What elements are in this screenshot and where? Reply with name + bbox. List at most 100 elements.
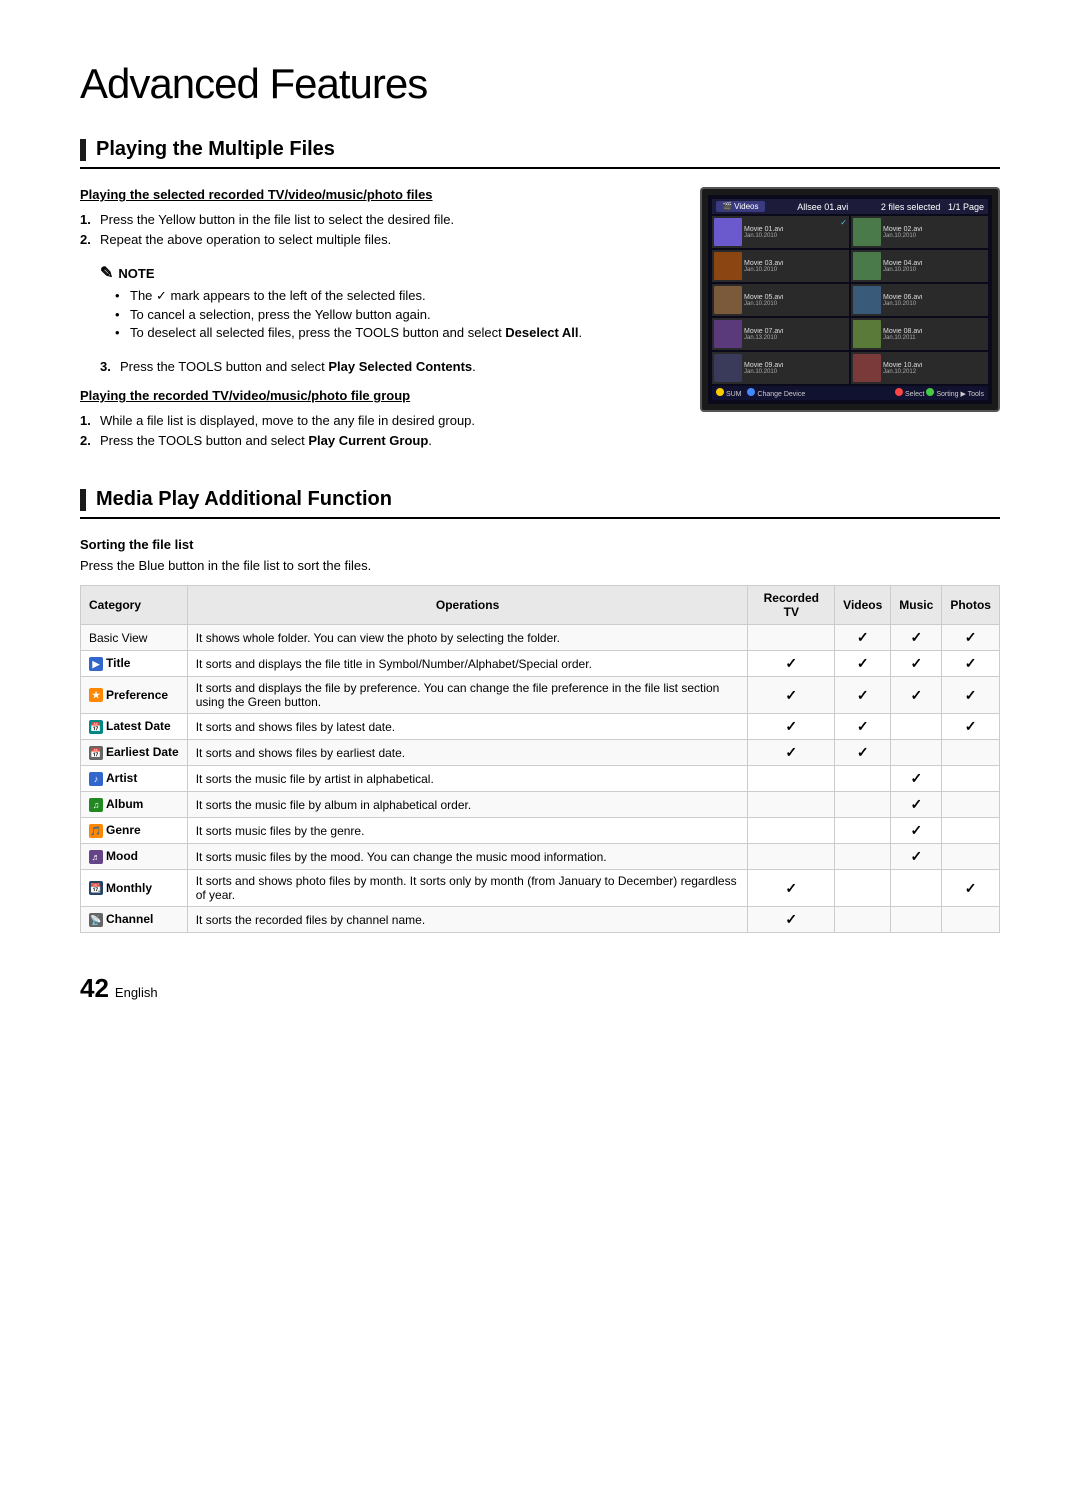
tv-screen-container: 🎬 Videos Allsee 01.avi 2 files selected … — [700, 187, 1000, 458]
ops-album: It sorts the music file by album in alph… — [187, 792, 748, 818]
icon-monthly: 📆 — [89, 881, 103, 895]
tv-filename: Allsee 01.avi — [797, 202, 848, 212]
table-row: 🎵Genre It sorts music files by the genre… — [81, 818, 1000, 844]
check-photos-pref: ✓ — [942, 677, 1000, 714]
cat-artist: ♪Artist — [81, 766, 188, 792]
th-recorded-tv: Recorded TV — [748, 586, 835, 625]
page-title: Advanced Features — [80, 60, 1000, 108]
tv-info-6: Movie 06.avi Jan.10.2010 — [883, 294, 986, 307]
table-row: ▶Title It sorts and displays the file ti… — [81, 651, 1000, 677]
th-category: Category — [81, 586, 188, 625]
icon-genre: 🎵 — [89, 824, 103, 838]
tv-thumb-9 — [714, 354, 742, 382]
ops-channel: It sorts the recorded files by channel n… — [187, 907, 748, 933]
subsection2-title: Playing the recorded TV/video/music/phot… — [80, 388, 670, 403]
tv-btn-sum: SUM Change Device — [716, 388, 805, 398]
section1-left: Playing the selected recorded TV/video/m… — [80, 187, 670, 458]
tv-thumb-6 — [853, 286, 881, 314]
th-music: Music — [891, 586, 942, 625]
icon-title: ▶ — [89, 657, 103, 671]
step-3: 3. Press the TOOLS button and select Pla… — [100, 359, 670, 374]
ops-genre: It sorts music files by the genre. — [187, 818, 748, 844]
check-recorded-basic — [748, 625, 835, 651]
note-box: ✎ NOTE The ✓ mark appears to the left of… — [100, 257, 670, 349]
check-music-genre: ✓ — [891, 818, 942, 844]
check-recorded-genre — [748, 818, 835, 844]
tv-info-7: Movie 07.avi Jan.13.2010 — [744, 328, 847, 341]
check-music-album: ✓ — [891, 792, 942, 818]
check-recorded-title: ✓ — [748, 651, 835, 677]
table-row: ♬Mood It sorts music files by the mood. … — [81, 844, 1000, 870]
tv-thumb-10 — [853, 354, 881, 382]
tv-info-4: Movie 04.avi Jan.10.2010 — [883, 260, 986, 273]
table-row: 📅Latest Date It sorts and shows files by… — [81, 714, 1000, 740]
note-icon: ✎ — [100, 263, 113, 283]
check-videos-monthly — [835, 870, 891, 907]
tv-info-5: Movie 05.avi Jan.10.2010 — [744, 294, 847, 307]
check-videos-earliest: ✓ — [835, 740, 891, 766]
check-videos-latest: ✓ — [835, 714, 891, 740]
check-music-title: ✓ — [891, 651, 942, 677]
tv-info-2: Movie 02.avi Jan.10.2010 — [883, 226, 986, 239]
check-videos-genre — [835, 818, 891, 844]
tv-item-5: Movie 05.avi Jan.10.2010 — [712, 284, 849, 316]
tv-thumb-1 — [714, 218, 742, 246]
check-music-artist: ✓ — [891, 766, 942, 792]
tv-item-9: Movie 09.avi Jan.10.2010 — [712, 352, 849, 384]
tv-screen: 🎬 Videos Allsee 01.avi 2 files selected … — [700, 187, 1000, 412]
table-row: Basic View It shows whole folder. You ca… — [81, 625, 1000, 651]
th-operations: Operations — [187, 586, 748, 625]
check-photos-mood — [942, 844, 1000, 870]
table-row: ♫Album It sorts the music file by album … — [81, 792, 1000, 818]
table-row: 📆Monthly It sorts and shows photo files … — [81, 870, 1000, 907]
cat-earliest-date: 📅Earliest Date — [81, 740, 188, 766]
ops-basic-view: It shows whole folder. You can view the … — [187, 625, 748, 651]
cat-channel: 📡Channel — [81, 907, 188, 933]
icon-latest: 📅 — [89, 720, 103, 734]
ops-latest: It sorts and shows files by latest date. — [187, 714, 748, 740]
check-videos-album — [835, 792, 891, 818]
tv-thumb-8 — [853, 320, 881, 348]
page-number: 42 — [80, 973, 109, 1004]
table-row: ★Preference It sorts and displays the fi… — [81, 677, 1000, 714]
icon-channel: 📡 — [89, 913, 103, 927]
sub2-step-1: 1. While a file list is displayed, move … — [80, 413, 670, 428]
tv-check-1: ✓ — [840, 218, 847, 227]
section1-header: Playing the Multiple Files — [80, 138, 1000, 169]
cat-monthly: 📆Monthly — [81, 870, 188, 907]
ops-mood: It sorts music files by the mood. You ca… — [187, 844, 748, 870]
check-music-earliest — [891, 740, 942, 766]
tv-item-8: Movie 08.avi Jan.10.2011 — [851, 318, 988, 350]
tv-inner: 🎬 Videos Allsee 01.avi 2 files selected … — [708, 195, 992, 404]
check-music-basic: ✓ — [891, 625, 942, 651]
cat-title: ▶Title — [81, 651, 188, 677]
check-music-channel — [891, 907, 942, 933]
icon-preference: ★ — [89, 688, 103, 702]
tv-grid: Movie 01.avi Jan.10.2010 ✓ Movie 02.avi … — [712, 216, 988, 384]
section-bar-1 — [80, 139, 86, 161]
tv-item-6: Movie 06.avi Jan.10.2010 — [851, 284, 988, 316]
tv-tab: 🎬 Videos — [716, 201, 765, 212]
cat-basic-view: Basic View — [81, 625, 188, 651]
table-row: ♪Artist It sorts the music file by artis… — [81, 766, 1000, 792]
note-bullet-3: To deselect all selected files, press th… — [115, 325, 670, 340]
icon-mood: ♬ — [89, 850, 103, 864]
check-recorded-monthly: ✓ — [748, 870, 835, 907]
table-row: 📅Earliest Date It sorts and shows files … — [81, 740, 1000, 766]
check-videos-title: ✓ — [835, 651, 891, 677]
tv-item-1: Movie 01.avi Jan.10.2010 ✓ — [712, 216, 849, 248]
page-language: English — [115, 985, 158, 1000]
tv-info-8: Movie 08.avi Jan.10.2011 — [883, 328, 986, 341]
tv-info-9: Movie 09.avi Jan.10.2010 — [744, 362, 847, 375]
check-recorded-earliest: ✓ — [748, 740, 835, 766]
ops-title: It sorts and displays the file title in … — [187, 651, 748, 677]
tv-btn-right: Select Sorting ▶ Tools — [895, 388, 984, 398]
check-music-pref: ✓ — [891, 677, 942, 714]
tv-thumb-4 — [853, 252, 881, 280]
section1-title: Playing the Multiple Files — [96, 138, 335, 161]
tv-info-1: Movie 01.avi Jan.10.2010 — [744, 226, 847, 239]
tv-item-2: Movie 02.avi Jan.10.2010 — [851, 216, 988, 248]
tv-thumb-7 — [714, 320, 742, 348]
sub2-step-2: 2. Press the TOOLS button and select Pla… — [80, 433, 670, 448]
check-music-latest — [891, 714, 942, 740]
